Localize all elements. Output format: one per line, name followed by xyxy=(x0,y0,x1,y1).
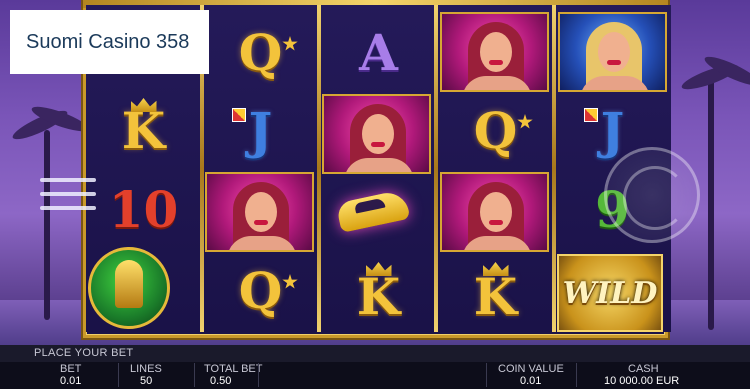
place-bet-label: PLACE YOUR BET xyxy=(34,347,134,359)
flag-icon xyxy=(232,108,246,122)
reel-divider xyxy=(434,5,438,332)
menu-icon[interactable] xyxy=(40,178,96,218)
trophy-icon xyxy=(88,247,170,329)
coin-value-stat[interactable]: COIN VALUE 0.01 xyxy=(498,363,564,388)
symbol-q: Q xyxy=(441,92,550,170)
symbol-a: A xyxy=(324,14,433,92)
crown-icon xyxy=(482,262,509,276)
divider xyxy=(194,363,195,387)
logo-text: Suomi Casino 358 xyxy=(26,30,190,53)
portrait-symbol xyxy=(205,172,314,252)
symbol-k: K xyxy=(324,258,433,336)
symbol-label: 10 xyxy=(108,180,179,239)
symbol-k: K xyxy=(89,92,198,170)
bet-value: 0.01 xyxy=(60,375,82,387)
symbol-10: 10 xyxy=(89,171,198,249)
bet-label: BET xyxy=(60,363,82,375)
symbol-label: A xyxy=(359,23,398,82)
coin-value: 0.01 xyxy=(520,375,542,387)
crown-icon xyxy=(365,262,392,276)
total-bet-value: 0.50 xyxy=(210,375,232,387)
divider xyxy=(118,363,119,387)
star-icon xyxy=(517,114,533,129)
symbol-label: K xyxy=(356,267,401,326)
reel-divider xyxy=(317,5,321,332)
symbol-label: Q xyxy=(473,101,518,160)
bet-stat[interactable]: BET 0.01 xyxy=(60,363,81,388)
reel-divider xyxy=(552,5,556,332)
divider xyxy=(258,363,259,387)
coin-value-label: COIN VALUE xyxy=(498,363,564,375)
cash-stat: CASH 10 000.00 EUR xyxy=(604,363,679,388)
symbol-label: Q xyxy=(238,261,283,320)
symbol-label: K xyxy=(121,101,166,160)
casino-logo: Suomi Casino 358 xyxy=(10,10,209,74)
star-icon xyxy=(282,36,298,51)
lines-label: LINES xyxy=(130,363,162,375)
star-icon xyxy=(282,274,298,289)
portrait-symbol xyxy=(322,94,431,174)
cash-label: CASH xyxy=(628,363,659,375)
symbol-label: J xyxy=(600,101,625,160)
symbol-q: Q xyxy=(206,252,315,330)
symbol-label: K xyxy=(473,267,518,326)
wild-symbol: WILD xyxy=(557,254,663,332)
bottom-bar: PLACE YOUR BET BET 0.01 LINES 50 TOTAL B… xyxy=(0,345,750,389)
divider xyxy=(486,363,487,387)
symbol-k: K xyxy=(441,258,550,336)
portrait-symbol xyxy=(440,172,549,252)
wild-label: WILD xyxy=(562,275,658,311)
symbol-q: Q xyxy=(206,14,315,92)
flag-icon xyxy=(584,108,598,122)
lines-value: 50 xyxy=(140,375,153,387)
divider xyxy=(576,363,577,387)
spin-icon[interactable] xyxy=(604,147,700,243)
symbol-label: J xyxy=(248,101,273,160)
symbol-label: Q xyxy=(238,23,283,82)
lines-stat[interactable]: LINES 50 xyxy=(130,363,162,388)
cash-value: 10 000.00 EUR xyxy=(604,375,680,387)
symbol-j: J xyxy=(206,92,315,170)
portrait-symbol xyxy=(440,12,549,92)
portrait-symbol xyxy=(558,12,667,92)
total-bet-stat: TOTAL BET 0.50 xyxy=(204,363,262,388)
total-bet-label: TOTAL BET xyxy=(204,363,263,375)
